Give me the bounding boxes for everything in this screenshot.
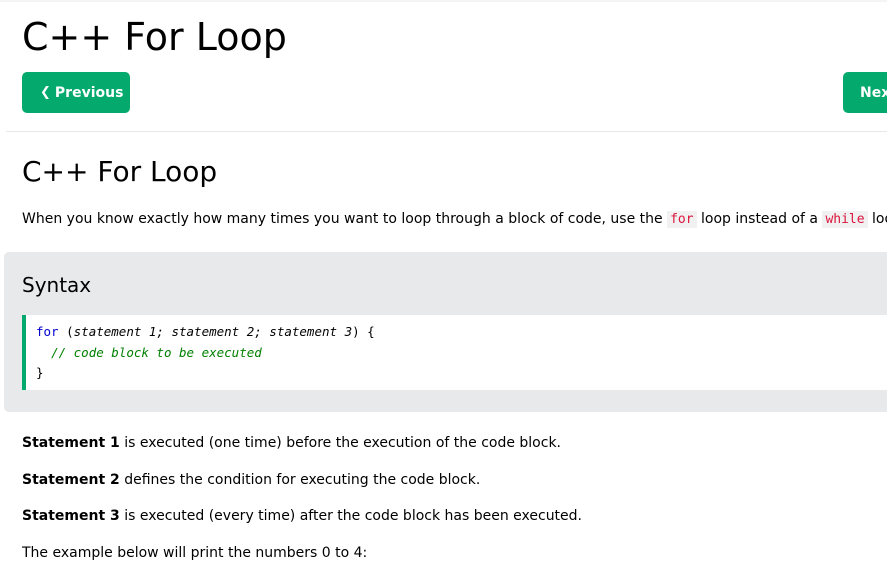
section-title: C++ For Loop bbox=[22, 155, 218, 188]
statement-2-paragraph: Statement 2 defines the condition for ex… bbox=[22, 470, 480, 490]
statement-2-text: defines the condition for executing the … bbox=[119, 472, 481, 488]
inline-code-while: while bbox=[822, 211, 868, 228]
statement-3-label: Statement 3 bbox=[22, 508, 120, 524]
intro-text-1: When you know exactly how many times you… bbox=[22, 211, 668, 227]
divider bbox=[6, 131, 887, 132]
syntax-panel: Syntax for (statement 1; statement 2; st… bbox=[4, 252, 887, 412]
statement-3-text: is executed (every time) after the code … bbox=[119, 508, 582, 524]
code-line-2: // code block to be executed bbox=[36, 343, 887, 364]
next-button-label: Nex bbox=[860, 84, 887, 101]
syntax-code-block: for (statement 1; statement 2; statement… bbox=[22, 315, 887, 390]
top-border bbox=[0, 0, 887, 2]
code-statements: statement 1; statement 2; statement 3 bbox=[73, 324, 353, 339]
previous-button-label: Previous bbox=[54, 84, 124, 101]
statement-2-label: Statement 2 bbox=[22, 472, 120, 488]
code-line-3: } bbox=[36, 365, 44, 380]
statement-1-label: Statement 1 bbox=[22, 435, 120, 451]
intro-text-2: loop instead of a bbox=[696, 211, 823, 227]
intro-paragraph: When you know exactly how many times you… bbox=[22, 209, 887, 230]
intro-text-3: loop: bbox=[872, 211, 887, 227]
code-comment: // code block to be executed bbox=[51, 344, 262, 360]
chevron-left-icon: ❮ bbox=[40, 85, 51, 100]
inline-code-for: for bbox=[667, 211, 697, 228]
code-paren-close: ) { bbox=[352, 324, 375, 339]
syntax-title: Syntax bbox=[22, 273, 92, 297]
code-paren-open: ( bbox=[58, 324, 74, 339]
statement-1-text: is executed (one time) before the execut… bbox=[119, 435, 561, 451]
page-title: C++ For Loop bbox=[22, 15, 287, 59]
previous-button[interactable]: ❮ Previous bbox=[22, 72, 130, 113]
code-keyword-for: for bbox=[36, 324, 59, 339]
next-button[interactable]: Nex bbox=[843, 72, 887, 113]
code-line-1: for (statement 1; statement 2; statement… bbox=[36, 322, 887, 343]
statement-1-paragraph: Statement 1 is executed (one time) befor… bbox=[22, 433, 561, 453]
statement-3-paragraph: Statement 3 is executed (every time) aft… bbox=[22, 506, 582, 526]
example-intro-paragraph: The example below will print the numbers… bbox=[22, 545, 368, 561]
